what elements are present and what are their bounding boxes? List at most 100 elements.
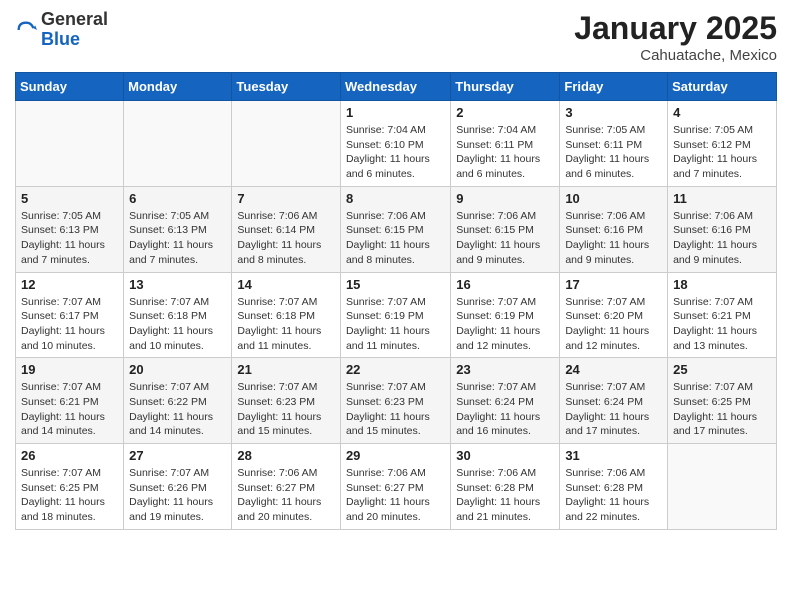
calendar-cell: 2 Sunrise: 7:04 AM Sunset: 6:11 PM Daylig… xyxy=(451,101,560,187)
calendar-table: SundayMondayTuesdayWednesdayThursdayFrid… xyxy=(15,72,777,530)
day-number: 30 xyxy=(456,448,554,463)
calendar-cell: 17Sunrise: 7:07 AM Sunset: 6:20 PM Dayli… xyxy=(560,272,668,358)
day-info: Sunrise: 7:07 AM Sunset: 6:17 PM Dayligh… xyxy=(21,295,118,354)
day-info: Sunrise: 7:06 AM Sunset: 6:27 PM Dayligh… xyxy=(237,466,335,525)
calendar-cell: 22 Sunrise: 7:07 AM Sunset: 6:23 PM Dayli… xyxy=(340,358,450,444)
weekday-header-sunday: Sunday xyxy=(16,73,124,101)
day-info: Sunrise: 7:05 AM Sunset: 6:13 PM Dayligh… xyxy=(129,209,226,268)
day-info: Sunrise: 7:06 AM Sunset: 6:15 PM Dayligh… xyxy=(456,209,554,268)
day-number: 23 xyxy=(456,362,554,377)
day-info: Sunrise: 7:06 AM Sunset: 6:27 PM Dayligh… xyxy=(346,466,445,525)
day-number: 16 xyxy=(456,277,554,292)
calendar-cell xyxy=(16,101,124,187)
day-info: Sunrise: 7:06 AM Sunset: 6:16 PM Dayligh… xyxy=(673,209,771,268)
calendar-cell: 9Sunrise: 7:06 AM Sunset: 6:15 PM Daylig… xyxy=(451,186,560,272)
weekday-header-friday: Friday xyxy=(560,73,668,101)
weekday-header-tuesday: Tuesday xyxy=(232,73,341,101)
day-number: 1 xyxy=(346,105,445,120)
calendar-cell: 14Sunrise: 7:07 AM Sunset: 6:18 PM Dayli… xyxy=(232,272,341,358)
calendar-cell: 24Sunrise: 7:07 AM Sunset: 6:24 PM Dayli… xyxy=(560,358,668,444)
day-info: Sunrise: 7:07 AM Sunset: 6:22 PM Dayligh… xyxy=(129,380,226,439)
weekday-header-row: SundayMondayTuesdayWednesdayThursdayFrid… xyxy=(16,73,777,101)
weekday-header-saturday: Saturday xyxy=(668,73,777,101)
day-number: 22 xyxy=(346,362,445,377)
day-number: 13 xyxy=(129,277,226,292)
day-number: 19 xyxy=(21,362,118,377)
calendar-cell: 7Sunrise: 7:06 AM Sunset: 6:14 PM Daylig… xyxy=(232,186,341,272)
calendar-cell: 29 Sunrise: 7:06 AM Sunset: 6:27 PM Dayli… xyxy=(340,444,450,530)
calendar-cell: 11 Sunrise: 7:06 AM Sunset: 6:16 PM Dayli… xyxy=(668,186,777,272)
day-number: 11 xyxy=(673,191,771,206)
day-number: 10 xyxy=(565,191,662,206)
calendar-cell: 6Sunrise: 7:05 AM Sunset: 6:13 PM Daylig… xyxy=(124,186,232,272)
title-block: January 2025 Cahuatache, Mexico xyxy=(574,10,777,64)
day-info: Sunrise: 7:07 AM Sunset: 6:25 PM Dayligh… xyxy=(673,380,771,439)
day-info: Sunrise: 7:06 AM Sunset: 6:28 PM Dayligh… xyxy=(456,466,554,525)
calendar-cell: 12 Sunrise: 7:07 AM Sunset: 6:17 PM Dayli… xyxy=(16,272,124,358)
day-number: 25 xyxy=(673,362,771,377)
day-info: Sunrise: 7:05 AM Sunset: 6:12 PM Dayligh… xyxy=(673,123,771,182)
location-subtitle: Cahuatache, Mexico xyxy=(574,47,777,64)
day-number: 28 xyxy=(237,448,335,463)
day-number: 31 xyxy=(565,448,662,463)
calendar-cell: 31Sunrise: 7:06 AM Sunset: 6:28 PM Dayli… xyxy=(560,444,668,530)
logo-icon xyxy=(15,19,37,41)
day-info: Sunrise: 7:04 AM Sunset: 6:11 PM Dayligh… xyxy=(456,123,554,182)
calendar-cell: 27Sunrise: 7:07 AM Sunset: 6:26 PM Dayli… xyxy=(124,444,232,530)
day-number: 18 xyxy=(673,277,771,292)
day-info: Sunrise: 7:07 AM Sunset: 6:19 PM Dayligh… xyxy=(346,295,445,354)
calendar-cell: 13Sunrise: 7:07 AM Sunset: 6:18 PM Dayli… xyxy=(124,272,232,358)
calendar-cell: 20Sunrise: 7:07 AM Sunset: 6:22 PM Dayli… xyxy=(124,358,232,444)
day-info: Sunrise: 7:06 AM Sunset: 6:16 PM Dayligh… xyxy=(565,209,662,268)
calendar-cell: 15 Sunrise: 7:07 AM Sunset: 6:19 PM Dayli… xyxy=(340,272,450,358)
day-info: Sunrise: 7:05 AM Sunset: 6:13 PM Dayligh… xyxy=(21,209,118,268)
day-info: Sunrise: 7:07 AM Sunset: 6:24 PM Dayligh… xyxy=(565,380,662,439)
calendar-cell xyxy=(232,101,341,187)
calendar-cell: 5 Sunrise: 7:05 AM Sunset: 6:13 PM Daylig… xyxy=(16,186,124,272)
day-info: Sunrise: 7:07 AM Sunset: 6:20 PM Dayligh… xyxy=(565,295,662,354)
weekday-header-thursday: Thursday xyxy=(451,73,560,101)
day-info: Sunrise: 7:07 AM Sunset: 6:23 PM Dayligh… xyxy=(237,380,335,439)
calendar-cell: 21Sunrise: 7:07 AM Sunset: 6:23 PM Dayli… xyxy=(232,358,341,444)
day-info: Sunrise: 7:07 AM Sunset: 6:19 PM Dayligh… xyxy=(456,295,554,354)
calendar-cell: 26 Sunrise: 7:07 AM Sunset: 6:25 PM Dayli… xyxy=(16,444,124,530)
day-info: Sunrise: 7:07 AM Sunset: 6:24 PM Dayligh… xyxy=(456,380,554,439)
calendar-cell xyxy=(124,101,232,187)
day-number: 5 xyxy=(21,191,118,206)
day-number: 4 xyxy=(673,105,771,120)
weekday-header-wednesday: Wednesday xyxy=(340,73,450,101)
calendar-cell: 16 Sunrise: 7:07 AM Sunset: 6:19 PM Dayli… xyxy=(451,272,560,358)
day-number: 2 xyxy=(456,105,554,120)
calendar-cell: 18 Sunrise: 7:07 AM Sunset: 6:21 PM Dayli… xyxy=(668,272,777,358)
day-number: 7 xyxy=(237,191,335,206)
logo-blue-text: Blue xyxy=(41,29,80,49)
day-number: 12 xyxy=(21,277,118,292)
day-info: Sunrise: 7:07 AM Sunset: 6:23 PM Dayligh… xyxy=(346,380,445,439)
calendar-week-4: 19Sunrise: 7:07 AM Sunset: 6:21 PM Dayli… xyxy=(16,358,777,444)
calendar-cell: 30 Sunrise: 7:06 AM Sunset: 6:28 PM Dayli… xyxy=(451,444,560,530)
calendar-cell: 25 Sunrise: 7:07 AM Sunset: 6:25 PM Dayli… xyxy=(668,358,777,444)
day-info: Sunrise: 7:07 AM Sunset: 6:18 PM Dayligh… xyxy=(237,295,335,354)
day-info: Sunrise: 7:06 AM Sunset: 6:15 PM Dayligh… xyxy=(346,209,445,268)
day-number: 8 xyxy=(346,191,445,206)
calendar-week-5: 26 Sunrise: 7:07 AM Sunset: 6:25 PM Dayli… xyxy=(16,444,777,530)
calendar-cell xyxy=(668,444,777,530)
calendar-cell: 10 Sunrise: 7:06 AM Sunset: 6:16 PM Dayli… xyxy=(560,186,668,272)
calendar-cell: 23 Sunrise: 7:07 AM Sunset: 6:24 PM Dayli… xyxy=(451,358,560,444)
calendar-week-3: 12 Sunrise: 7:07 AM Sunset: 6:17 PM Dayli… xyxy=(16,272,777,358)
calendar-week-2: 5 Sunrise: 7:05 AM Sunset: 6:13 PM Daylig… xyxy=(16,186,777,272)
logo-general-text: General xyxy=(41,9,108,29)
logo: General Blue xyxy=(15,10,108,50)
day-number: 26 xyxy=(21,448,118,463)
weekday-header-monday: Monday xyxy=(124,73,232,101)
day-info: Sunrise: 7:04 AM Sunset: 6:10 PM Dayligh… xyxy=(346,123,445,182)
day-info: Sunrise: 7:07 AM Sunset: 6:25 PM Dayligh… xyxy=(21,466,118,525)
day-number: 29 xyxy=(346,448,445,463)
day-number: 15 xyxy=(346,277,445,292)
calendar-cell: 8 Sunrise: 7:06 AM Sunset: 6:15 PM Daylig… xyxy=(340,186,450,272)
calendar-cell: 1 Sunrise: 7:04 AM Sunset: 6:10 PM Daylig… xyxy=(340,101,450,187)
calendar-cell: 3Sunrise: 7:05 AM Sunset: 6:11 PM Daylig… xyxy=(560,101,668,187)
page-header: General Blue January 2025 Cahuatache, Me… xyxy=(15,10,777,64)
day-info: Sunrise: 7:07 AM Sunset: 6:21 PM Dayligh… xyxy=(673,295,771,354)
day-number: 3 xyxy=(565,105,662,120)
